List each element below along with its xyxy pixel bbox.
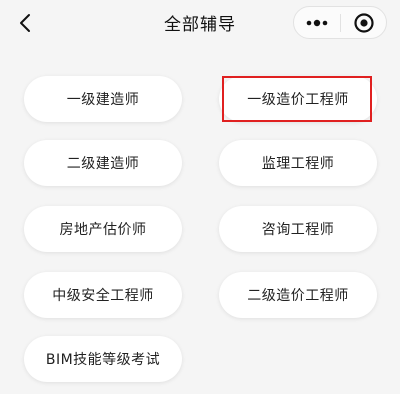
more-dots-icon [306, 19, 328, 26]
course-item-safety-engineer[interactable]: 中级安全工程师 [24, 272, 182, 318]
course-item-level1-constructor[interactable]: 一级建造师 [24, 76, 182, 122]
course-item-level1-cost-engineer[interactable]: 一级造价工程师 [219, 76, 377, 122]
mini-program-capsule [293, 6, 387, 39]
more-button[interactable] [294, 7, 340, 38]
course-item-level2-cost-engineer[interactable]: 二级造价工程师 [219, 272, 377, 318]
course-item-bim-exam[interactable]: BIM技能等级考试 [24, 336, 182, 382]
target-close-icon [353, 12, 374, 33]
course-item-real-estate-appraiser[interactable]: 房地产估价师 [24, 206, 182, 252]
page: 全部辅导 一级建造师 一级造价工程师 二级建造师 监理工程师 房地产估价师 咨询… [0, 0, 400, 394]
course-item-consulting-engineer[interactable]: 咨询工程师 [219, 206, 377, 252]
close-button[interactable] [341, 7, 386, 38]
course-item-level2-constructor[interactable]: 二级建造师 [24, 140, 182, 186]
nav-bar: 全部辅导 [0, 0, 400, 46]
course-item-supervision-engineer[interactable]: 监理工程师 [219, 140, 377, 186]
